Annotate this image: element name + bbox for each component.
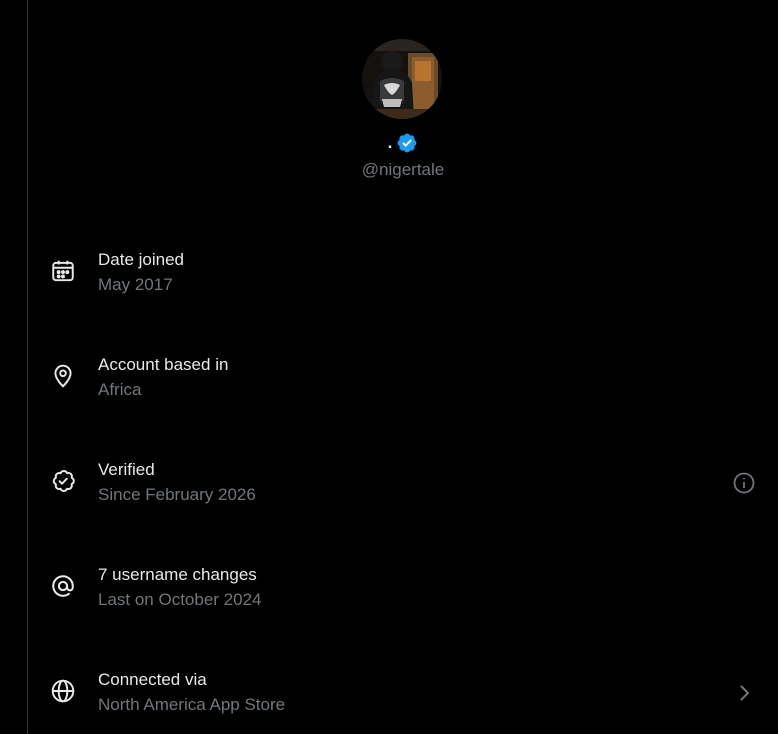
globe-icon	[50, 678, 76, 704]
info-row-connected-via: Connected via North America App Store	[28, 640, 778, 734]
row-subtitle: Since February 2026	[98, 485, 256, 504]
row-subtitle: May 2017	[98, 275, 173, 294]
row-title: 7 username changes	[98, 565, 257, 584]
profile-header: . @nigertale	[28, 0, 778, 200]
row-subtitle: Africa	[98, 380, 142, 399]
calendar-icon	[50, 258, 76, 284]
verified-badge-icon[interactable]	[396, 132, 418, 154]
info-row-verified[interactable]: Verified Since February 2026	[28, 430, 778, 701]
row-title: Account based in	[98, 355, 229, 374]
info-row-date-joined: Date joined May 2017	[28, 220, 778, 325]
username-handle: @nigertale	[361, 160, 445, 179]
display-name-row: .	[28, 131, 778, 155]
info-row-account-based-in: Account based in Africa	[28, 325, 778, 494]
avatar[interactable]	[362, 39, 442, 119]
row-title: Connected via	[98, 670, 207, 689]
location-pin-icon	[50, 363, 76, 389]
row-subtitle: Last on October 2024	[98, 590, 262, 609]
row-subtitle: North America App Store	[98, 695, 286, 714]
row-title: Verified	[98, 460, 155, 479]
verified-badge-icon	[50, 468, 76, 494]
avatar-photo	[362, 39, 442, 119]
account-info-list: Date joined May 2017 Account based in Af…	[28, 220, 778, 734]
display-name: .	[387, 133, 393, 152]
row-title: Date joined	[98, 250, 185, 269]
at-sign-icon	[50, 573, 76, 599]
info-row-username-changes: 7 username changes Last on October 2024	[28, 535, 778, 640]
